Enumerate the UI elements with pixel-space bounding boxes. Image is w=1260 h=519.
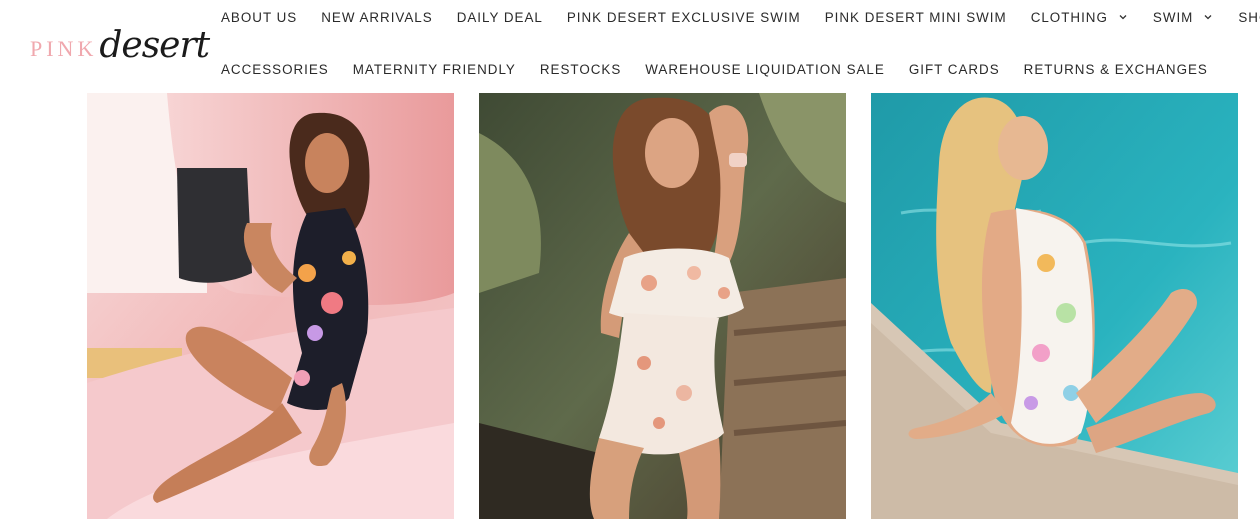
nav-label: RETURNS & EXCHANGES <box>1023 61 1208 77</box>
nav-swim[interactable]: SWIM <box>1153 10 1214 25</box>
nav-shoes[interactable]: SHOES <box>1238 10 1260 25</box>
nav-restocks[interactable]: RESTOCKS <box>540 62 621 77</box>
nav-returns-exchanges[interactable]: RETURNS & EXCHANGES <box>1024 62 1208 77</box>
logo-pink-text: PINK <box>30 36 98 61</box>
nav-label: DAILY DEAL <box>456 9 543 25</box>
nav-label: ACCESSORIES <box>221 61 329 77</box>
nav-label: ABOUT US <box>221 9 298 25</box>
product-image-floral-black-swimsuit[interactable] <box>87 93 454 519</box>
chevron-down-icon <box>1117 11 1129 23</box>
nav-gift-cards[interactable]: GIFT CARDS <box>909 62 1000 77</box>
main-nav-row-2: ACCESSORIES MATERNITY FRIENDLY RESTOCKS … <box>221 60 1232 78</box>
nav-label: PINK DESERT MINI SWIM <box>824 9 1007 25</box>
nav-label: RESTOCKS <box>539 61 622 77</box>
nav-about-us[interactable]: ABOUT US <box>221 10 297 25</box>
site-logo[interactable]: PINK desert <box>30 18 210 66</box>
nav-label: WAREHOUSE LIQUIDATION SALE <box>645 61 885 77</box>
product-image-watercolor-swimsuit[interactable] <box>871 93 1238 519</box>
nav-warehouse-liquidation[interactable]: WAREHOUSE LIQUIDATION SALE <box>645 62 885 77</box>
nav-clothing[interactable]: CLOTHING <box>1031 10 1129 25</box>
nav-label: GIFT CARDS <box>908 61 1000 77</box>
product-photo <box>479 93 846 519</box>
nav-maternity-friendly[interactable]: MATERNITY FRIENDLY <box>353 62 516 77</box>
product-photo <box>871 93 1238 519</box>
main-nav-row-1: ABOUT US NEW ARRIVALS DAILY DEAL PINK DE… <box>221 8 1260 26</box>
nav-label: PINK DESERT EXCLUSIVE SWIM <box>566 9 801 25</box>
product-image-floral-ruffle-swimsuit[interactable] <box>479 93 846 519</box>
nav-label: SHOES <box>1238 9 1260 25</box>
nav-exclusive-swim[interactable]: PINK DESERT EXCLUSIVE SWIM <box>567 10 801 25</box>
nav-accessories[interactable]: ACCESSORIES <box>221 62 329 77</box>
nav-daily-deal[interactable]: DAILY DEAL <box>457 10 543 25</box>
chevron-down-icon <box>1202 11 1214 23</box>
product-photo <box>87 93 454 519</box>
nav-new-arrivals[interactable]: NEW ARRIVALS <box>321 10 432 25</box>
logo-desert-text: desert <box>99 25 210 66</box>
nav-label: NEW ARRIVALS <box>321 9 433 25</box>
nav-label: SWIM <box>1152 9 1194 25</box>
nav-label: CLOTHING <box>1030 9 1108 25</box>
nav-label: MATERNITY FRIENDLY <box>352 61 516 77</box>
nav-mini-swim[interactable]: PINK DESERT MINI SWIM <box>825 10 1007 25</box>
